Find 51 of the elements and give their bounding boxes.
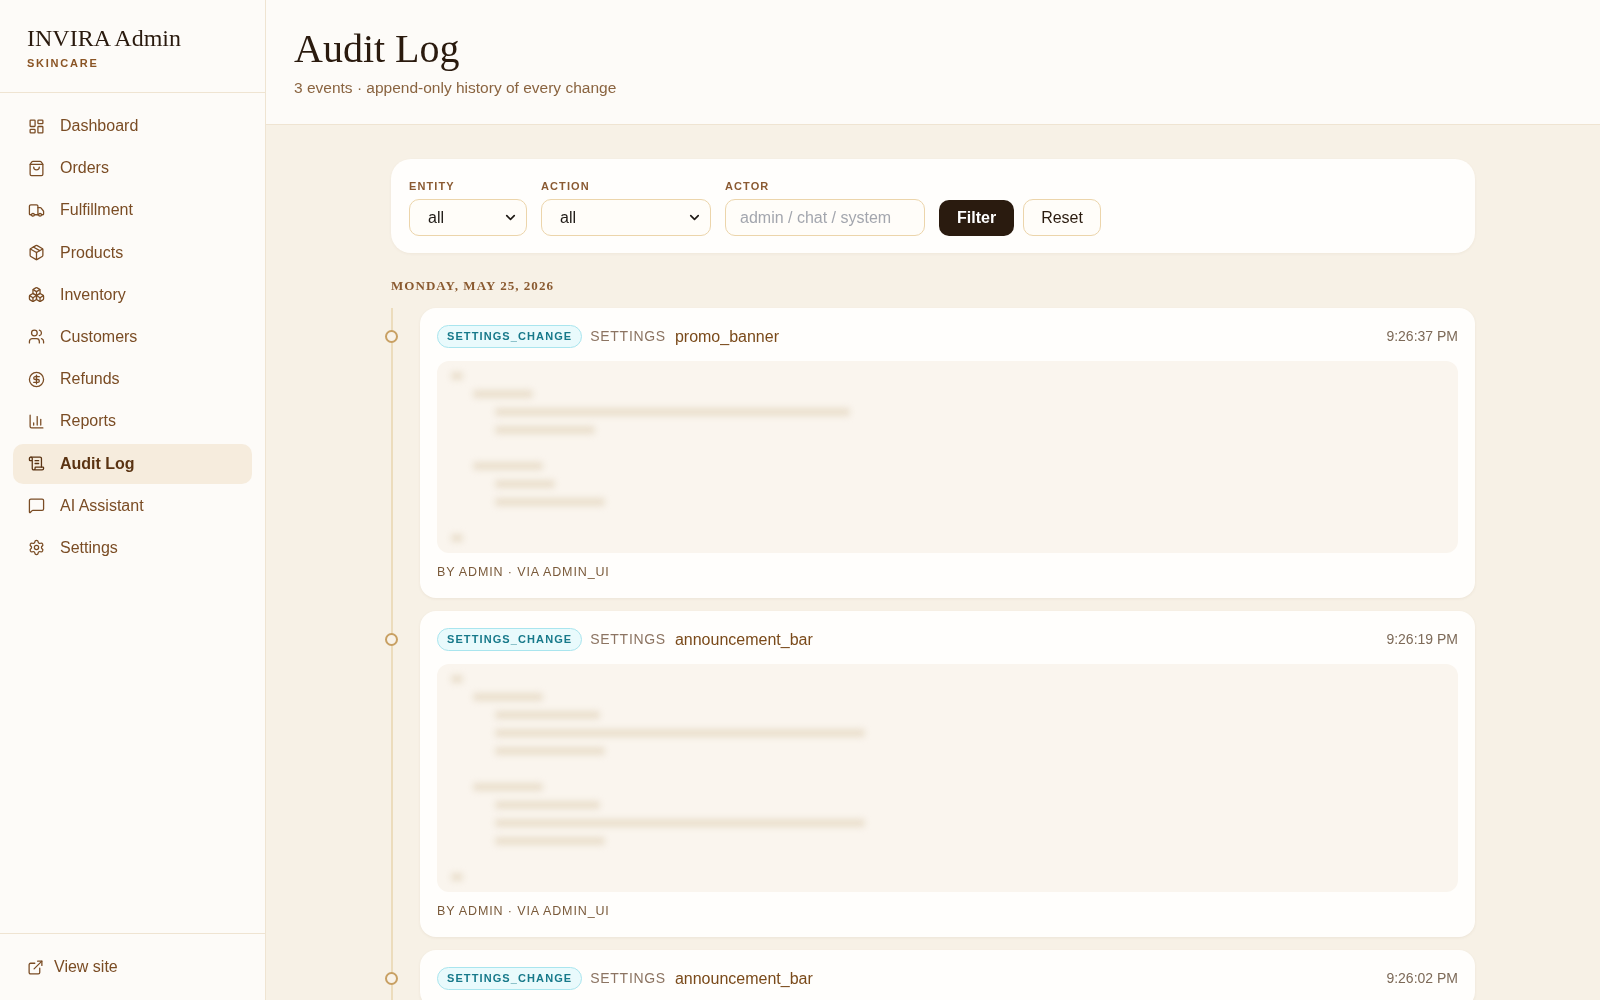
dropdown-select[interactable]: all	[409, 199, 527, 236]
sidebar-item[interactable]: Customers	[13, 316, 252, 357]
sidebar-item[interactable]: Audit Log	[13, 443, 252, 484]
reset-button[interactable]: Reset	[1023, 199, 1101, 236]
entity-key: announcement_bar	[674, 629, 813, 649]
stacked-boxes-icon	[28, 286, 45, 304]
sidebar-item[interactable]: Dashboard	[13, 106, 252, 146]
actor-input[interactable]: admin / chat / system	[725, 199, 925, 236]
actor-line: BY ADMIN · VIA ADMIN_UI	[437, 565, 611, 580]
truck-icon	[28, 201, 45, 219]
entity-type: SETTINGS	[590, 969, 666, 987]
entity-type: SETTINGS	[590, 630, 666, 648]
entity-type: SETTINGS	[590, 327, 666, 345]
view-site-link[interactable]: View site	[27, 955, 118, 979]
box-icon	[28, 244, 45, 262]
scroll-icon	[28, 455, 45, 472]
dollar-circle-icon	[28, 370, 45, 388]
page-title: Audit Log	[294, 26, 460, 72]
actor-line: BY ADMIN · VIA ADMIN_UI	[437, 904, 611, 919]
dropdown-select[interactable]: all	[541, 199, 711, 236]
sidebar-item[interactable]: Products	[13, 232, 252, 273]
dashboard-grid-icon	[28, 117, 45, 135]
brand-name: INVIRA Admin	[27, 24, 181, 52]
date-heading: MONDAY, MAY 25, 2026	[391, 278, 555, 294]
field-label: ACTION	[541, 180, 591, 193]
sidebar-item[interactable]: Reports	[13, 401, 252, 442]
settings-icon	[28, 539, 45, 557]
filter-button[interactable]: Filter	[939, 199, 1015, 236]
external-link-icon	[27, 958, 44, 976]
entity-key: promo_banner	[674, 326, 779, 346]
action-badge: SETTINGS_CHANGE	[437, 324, 583, 348]
field-label: ACTOR	[725, 180, 771, 193]
field-label: ENTITY	[409, 180, 456, 193]
bar-chart-icon	[28, 412, 45, 430]
page-subtitle: 3 events · append-only history of every change	[294, 78, 617, 98]
brand-tagline: SKINCARE	[27, 56, 99, 70]
action-badge: SETTINGS_CHANGE	[437, 627, 583, 651]
action-badge: SETTINGS_CHANGE	[437, 966, 583, 990]
event-time: 9:26:02 PM	[1386, 969, 1458, 987]
chat-bubble-icon	[28, 497, 45, 515]
sidebar-item[interactable]: Orders	[13, 148, 252, 189]
event-time: 9:26:37 PM	[1386, 327, 1458, 345]
entity-key: announcement_bar	[674, 968, 813, 988]
sidebar-item[interactable]: Refunds	[13, 359, 252, 400]
sidebar-item[interactable]: AI Assistant	[13, 485, 252, 526]
bag-icon	[28, 159, 45, 177]
sidebar-item[interactable]: Settings	[13, 527, 252, 568]
event-time: 9:26:19 PM	[1386, 630, 1458, 648]
sidebar-item[interactable]: Inventory	[13, 274, 252, 315]
sidebar-item[interactable]: Fulfillment	[13, 190, 252, 231]
users-icon	[28, 328, 45, 346]
